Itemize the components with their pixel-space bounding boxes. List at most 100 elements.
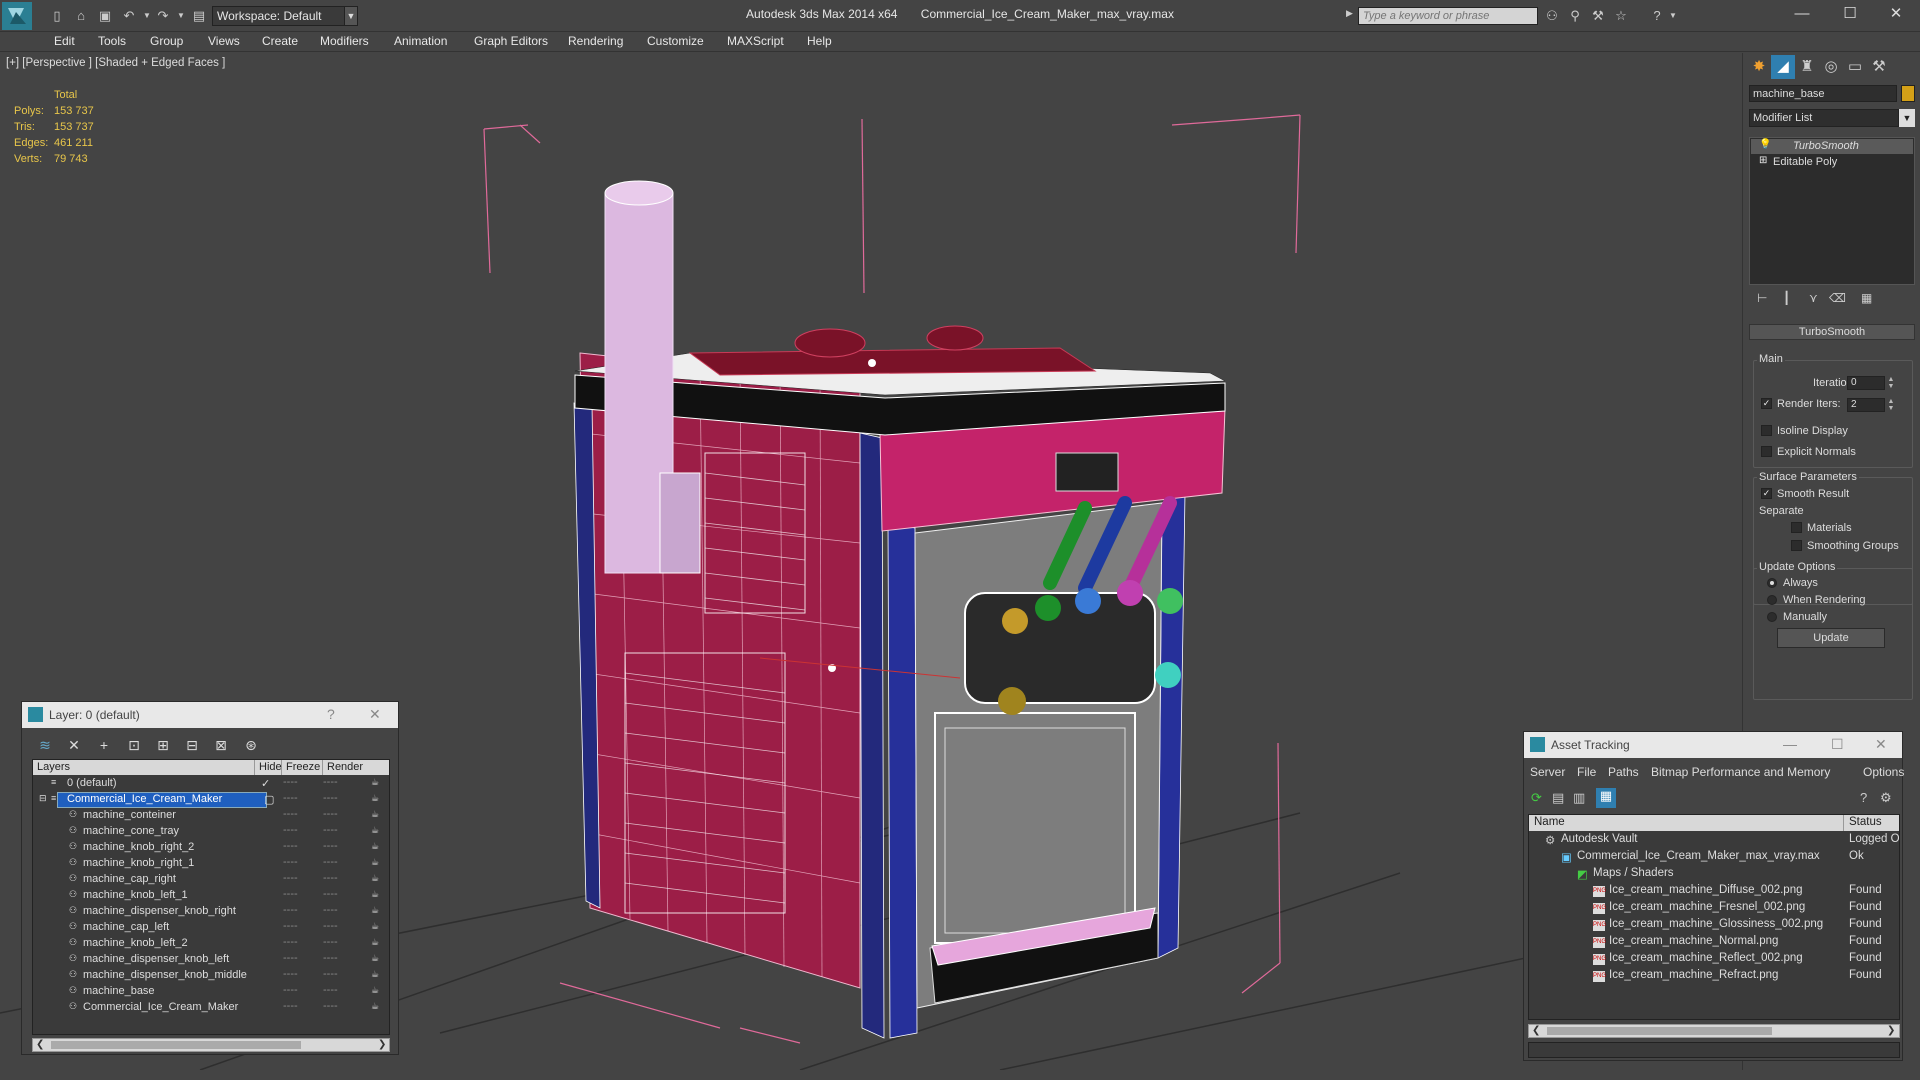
freeze-toggle[interactable]: ---- [323, 968, 338, 980]
render-teapot-icon[interactable]: ☕ [371, 793, 384, 803]
hierarchy-tab-icon[interactable]: ♜ [1795, 55, 1819, 79]
freeze-toggle[interactable]: ---- [323, 808, 338, 820]
asset-row[interactable]: PNG Ice_cream_machine_Fresnel_002.png Foun… [1529, 900, 1899, 917]
layer-row[interactable]: ⚇ machine_dispenser_knob_right ---- ---- ☕ [33, 904, 389, 920]
collapse-icon[interactable]: ⊟ [39, 793, 47, 804]
close-icon[interactable]: ✕ [1876, 3, 1916, 27]
spinner-arrows-icon[interactable]: ▲ ▼ [1887, 398, 1895, 412]
hide-toggle[interactable]: ---- [283, 968, 298, 980]
hide-toggle[interactable]: ---- [283, 808, 298, 820]
freeze-toggle[interactable]: ---- [323, 888, 338, 900]
asset-row[interactable]: PNG Ice_cream_machine_Refract.png Found [1529, 968, 1899, 985]
render-teapot-icon[interactable]: ☕ [371, 985, 384, 995]
menu-file[interactable]: File [1577, 765, 1596, 779]
smooth-result-checkbox[interactable]: ✓ [1761, 488, 1772, 499]
save-file-icon[interactable]: ▣ [96, 7, 114, 25]
hide-toggle[interactable]: ---- [283, 776, 298, 788]
redo-icon[interactable]: ↷ [154, 7, 172, 25]
menu-customize[interactable]: Customize [647, 34, 704, 48]
update-button[interactable]: Update [1777, 628, 1885, 648]
freeze-toggle[interactable]: ---- [323, 904, 338, 916]
render-teapot-icon[interactable]: ☕ [371, 1001, 384, 1011]
freeze-toggle[interactable]: ---- [323, 856, 338, 868]
asset-row[interactable]: ⚙ Autodesk Vault Logged O [1529, 832, 1899, 849]
hide-toggle[interactable]: ---- [283, 888, 298, 900]
help-icon[interactable]: ? [1860, 790, 1867, 805]
layer-row[interactable]: ⚇ machine_cap_left ---- ---- ☕ [33, 920, 389, 936]
create-layer-icon[interactable]: ≋ [35, 735, 55, 755]
help-dropdown-icon[interactable]: ▼ [1664, 7, 1682, 25]
minimize-icon[interactable]: — [1782, 3, 1822, 27]
layer-row[interactable]: ⊟ ≡ Commercial_Ice_Cream_Maker ▢ ---- --… [33, 792, 389, 808]
list-view-icon[interactable]: ▤ [1552, 790, 1564, 806]
new-file-icon[interactable]: ▯ [48, 7, 66, 25]
layer-row[interactable]: ⚇ machine_knob_right_2 ---- ---- ☕ [33, 840, 389, 856]
explicit-normals-checkbox[interactable] [1761, 446, 1772, 457]
column-name[interactable]: Name [1529, 815, 1844, 831]
render-teapot-icon[interactable]: ☕ [371, 777, 384, 787]
layer-row[interactable]: ⚇ machine_conteiner ---- ---- ☕ [33, 808, 389, 824]
column-freeze[interactable]: Freeze [282, 760, 323, 775]
freeze-toggle[interactable]: ---- [323, 952, 338, 964]
menu-graph-editors[interactable]: Graph Editors [474, 34, 548, 48]
make-unique-icon[interactable]: ⋎ [1809, 291, 1818, 305]
settings-icon[interactable]: ⚙ [1880, 790, 1892, 806]
menu-group[interactable]: Group [150, 34, 183, 48]
chevron-down-icon[interactable]: ▼ [344, 6, 358, 26]
show-end-result-icon[interactable]: ┃ [1783, 291, 1790, 305]
menu-create[interactable]: Create [262, 34, 298, 48]
menu-animation[interactable]: Animation [394, 34, 447, 48]
pin-stack-icon[interactable]: ⊢ [1757, 291, 1767, 305]
scroll-left-icon[interactable]: ❮ [1532, 1025, 1540, 1036]
hide-toggle[interactable]: ---- [283, 984, 298, 996]
column-render[interactable]: Render [323, 760, 389, 775]
create-tab-icon[interactable]: ✸ [1747, 55, 1771, 79]
scroll-thumb[interactable] [1547, 1027, 1772, 1035]
asset-row[interactable]: PNG Ice_cream_machine_Diffuse_002.png Foun… [1529, 883, 1899, 900]
layer-row[interactable]: ⚇ machine_dispenser_knob_middle ---- ---- ☕ [33, 968, 389, 984]
render-teapot-icon[interactable]: ☕ [371, 841, 384, 851]
scroll-left-icon[interactable]: ❮ [36, 1039, 44, 1050]
configure-sets-icon[interactable]: ▦ [1861, 291, 1872, 305]
freeze-toggle[interactable]: ---- [323, 936, 338, 948]
favorites-star-icon[interactable]: ☆ [1612, 7, 1630, 25]
close-icon[interactable]: ✕ [1875, 736, 1887, 753]
open-file-icon[interactable]: ⌂ [72, 7, 90, 25]
subscription-icon[interactable]: ⚒ [1589, 7, 1607, 25]
asset-row[interactable]: ▣ Commercial_Ice_Cream_Maker_max_vray.max… [1529, 849, 1899, 866]
redo-dropdown-icon[interactable]: ▼ [172, 7, 190, 25]
maximize-icon[interactable]: ☐ [1831, 736, 1844, 753]
menu-edit[interactable]: Edit [54, 34, 75, 48]
menu-bitmap-performance[interactable]: Bitmap Performance and Memory [1651, 765, 1830, 779]
hide-all-icon[interactable]: ⊠ [211, 735, 231, 755]
turbosmooth-rollout-title[interactable]: TurboSmooth [1749, 324, 1915, 340]
minimize-icon[interactable]: — [1783, 736, 1797, 752]
iterations-spinner[interactable]: 0 [1847, 376, 1885, 390]
modifier-list-dropdown[interactable]: Modifier List [1749, 109, 1899, 127]
select-objects-icon[interactable]: ⊡ [124, 735, 144, 755]
spinner-arrows-icon[interactable]: ▲ ▼ [1887, 376, 1895, 390]
hide-toggle[interactable]: ---- [283, 840, 298, 852]
utilities-tab-icon[interactable]: ⚒ [1867, 55, 1891, 79]
close-icon[interactable]: ✕ [369, 706, 381, 723]
grid-view-icon[interactable]: ▦ [1596, 788, 1616, 808]
render-teapot-icon[interactable]: ☕ [371, 937, 384, 947]
when-rendering-radio[interactable] [1767, 595, 1777, 605]
scroll-right-icon[interactable]: ❯ [1887, 1025, 1895, 1036]
render-iters-spinner[interactable]: 2 [1847, 398, 1885, 412]
chevron-down-icon[interactable]: ▼ [1899, 109, 1915, 127]
help-icon[interactable]: ? [327, 706, 335, 722]
render-teapot-icon[interactable]: ☕ [371, 969, 384, 979]
layer-row[interactable]: ⚇ machine_knob_left_1 ---- ---- ☕ [33, 888, 389, 904]
smoothing-groups-checkbox[interactable] [1791, 540, 1802, 551]
menu-modifiers[interactable]: Modifiers [320, 34, 369, 48]
asset-row[interactable]: ◩ Maps / Shaders [1529, 866, 1899, 883]
layer-row[interactable]: ≡ 0 (default) ✓ ---- ---- ☕ [33, 776, 389, 792]
delete-layer-icon[interactable]: ✕ [64, 735, 84, 755]
maximize-icon[interactable]: ☐ [1830, 3, 1870, 27]
render-teapot-icon[interactable]: ☕ [371, 905, 384, 915]
app-logo-icon[interactable] [2, 2, 32, 30]
hide-toggle[interactable]: ---- [283, 920, 298, 932]
menu-paths[interactable]: Paths [1608, 765, 1639, 779]
hide-toggle[interactable]: ---- [283, 1000, 298, 1012]
